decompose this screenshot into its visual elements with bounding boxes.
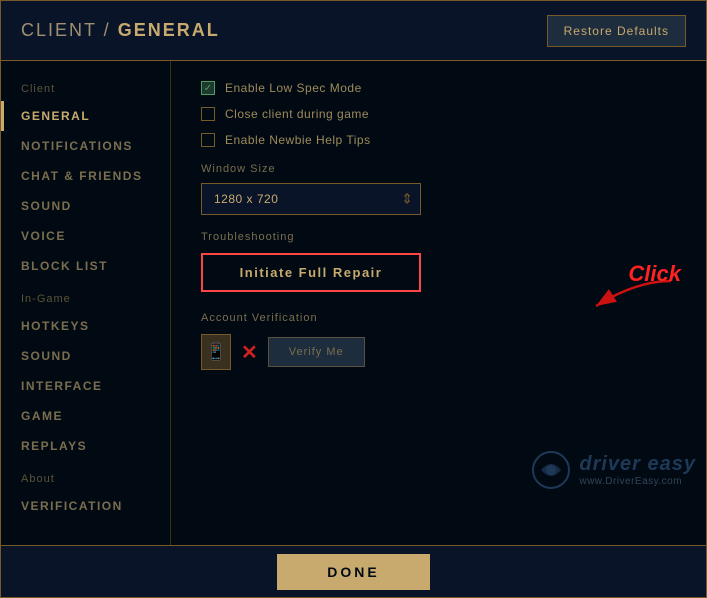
troubleshooting-label: Troubleshooting <box>201 231 676 243</box>
window-size-label: Window Size <box>201 163 676 175</box>
watermark-brand: driver easy <box>579 453 696 476</box>
setting-close-client: Close client during game <box>201 107 676 121</box>
watermark-url: www.DriverEasy.com <box>579 476 696 487</box>
header: CLIENT / GENERAL Restore Defaults <box>1 1 706 61</box>
sidebar-item-block-list[interactable]: BLOCK LIST <box>1 251 170 281</box>
window-size-dropdown-container: 1280 x 720 1920 x 1080 800 x 600 ⇕ <box>201 183 421 215</box>
label-enable-newbie: Enable Newbie Help Tips <box>225 133 371 147</box>
phone-icon: 📱 <box>201 334 231 370</box>
watermark: driver easy www.DriverEasy.com <box>531 450 696 490</box>
sidebar-item-notifications[interactable]: NOTIFICATIONS <box>1 131 170 161</box>
sidebar-item-hotkeys[interactable]: HOTKEYS <box>1 311 170 341</box>
sidebar: Client GENERAL NOTIFICATIONS CHAT & FRIE… <box>1 61 171 545</box>
setting-enable-newbie: Enable Newbie Help Tips <box>201 133 676 147</box>
app-window: CLIENT / GENERAL Restore Defaults Client… <box>0 0 707 598</box>
annotation-group: Click <box>576 271 676 321</box>
done-button[interactable]: DONE <box>277 554 429 590</box>
sidebar-item-game[interactable]: GAME <box>1 401 170 431</box>
click-annotation-label: Click <box>628 261 681 287</box>
account-row: 📱 ✕ Verify Me <box>201 334 676 370</box>
restore-defaults-button[interactable]: Restore Defaults <box>547 15 686 47</box>
checkbox-enable-newbie[interactable] <box>201 133 215 147</box>
checkbox-enable-low-spec[interactable] <box>201 81 215 95</box>
sidebar-item-sound-client[interactable]: SOUND <box>1 191 170 221</box>
watermark-text: driver easy www.DriverEasy.com <box>579 453 696 487</box>
breadcrumb-client: CLIENT / <box>21 20 118 40</box>
window-size-select[interactable]: 1280 x 720 1920 x 1080 800 x 600 <box>201 183 421 215</box>
sidebar-section-client: Client <box>1 71 170 101</box>
label-enable-low-spec: Enable Low Spec Mode <box>225 81 362 95</box>
sidebar-section-about: About <box>1 461 170 491</box>
checkbox-close-client[interactable] <box>201 107 215 121</box>
breadcrumb-general: GENERAL <box>118 20 220 40</box>
sidebar-item-general[interactable]: GENERAL <box>1 101 170 131</box>
sidebar-item-chat-friends[interactable]: CHAT & FRIENDS <box>1 161 170 191</box>
main-layout: Client GENERAL NOTIFICATIONS CHAT & FRIE… <box>1 61 706 545</box>
setting-enable-low-spec: Enable Low Spec Mode <box>201 81 676 95</box>
content-area: Enable Low Spec Mode Close client during… <box>171 61 706 545</box>
sidebar-section-ingame: In-Game <box>1 281 170 311</box>
initiate-repair-button[interactable]: Initiate Full Repair <box>201 253 421 292</box>
sidebar-item-verification[interactable]: VERIFICATION <box>1 491 170 521</box>
page-title: CLIENT / GENERAL <box>21 20 220 41</box>
unverified-icon: ✕ <box>241 340 258 365</box>
verify-me-button[interactable]: Verify Me <box>268 337 365 367</box>
sidebar-item-interface[interactable]: INTERFACE <box>1 371 170 401</box>
sidebar-item-voice[interactable]: VOICE <box>1 221 170 251</box>
watermark-logo-icon <box>531 450 571 490</box>
sidebar-item-sound-ingame[interactable]: SOUND <box>1 341 170 371</box>
sidebar-item-replays[interactable]: REPLAYS <box>1 431 170 461</box>
label-close-client: Close client during game <box>225 107 369 121</box>
footer: DONE <box>1 545 706 597</box>
